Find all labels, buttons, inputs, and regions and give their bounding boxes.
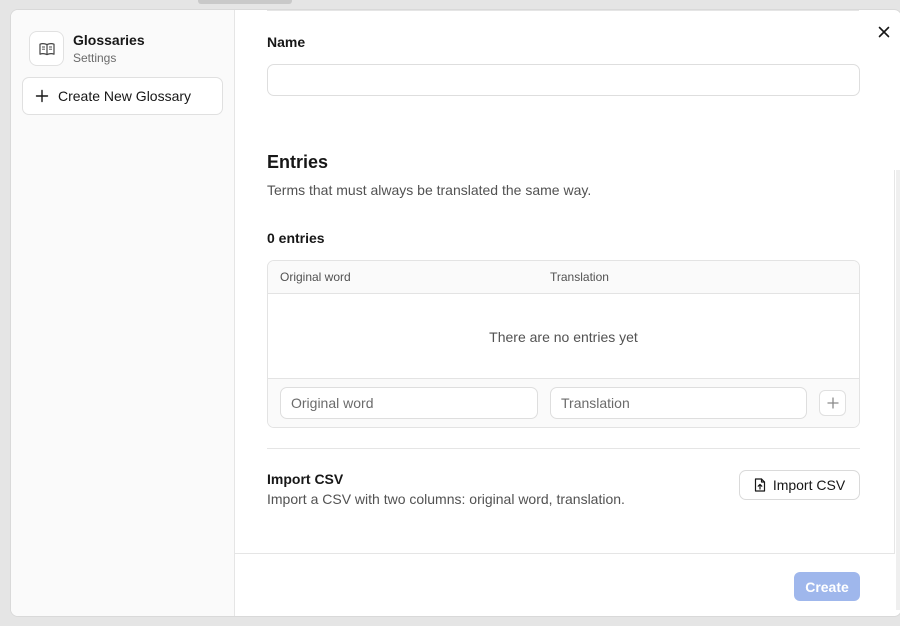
sidebar-header: Glossaries Settings [29, 31, 145, 66]
sidebar-subtitle: Settings [73, 50, 117, 65]
entries-table: Original word Translation There are no e… [267, 260, 860, 428]
empty-state: There are no entries yet [489, 328, 638, 345]
import-csv-description: Import a CSV with two columns: original … [267, 491, 625, 507]
plus-icon [35, 89, 49, 103]
main-panel: Name Entries Terms that must always be t… [235, 10, 900, 616]
section-divider [267, 448, 860, 449]
sidebar-title: Glossaries [73, 31, 145, 48]
name-label: Name [267, 34, 306, 50]
original-word-input[interactable] [280, 387, 538, 419]
entries-count: 0 entries [267, 230, 325, 246]
create-new-glossary-label: Create New Glossary [58, 88, 192, 104]
scrollbar[interactable] [894, 170, 900, 610]
new-entry-row [268, 378, 859, 427]
file-upload-icon [754, 478, 765, 492]
create-new-glossary-button[interactable]: Create New Glossary [22, 77, 223, 115]
table-header: Original word Translation [268, 261, 859, 294]
sidebar: Glossaries Settings Create New Glossary [11, 10, 235, 616]
translation-input[interactable] [550, 387, 807, 419]
book-open-icon [29, 31, 64, 66]
entries-heading: Entries [267, 152, 329, 172]
dialog-footer: Create [235, 553, 895, 616]
column-header-original: Original word [280, 270, 351, 284]
close-icon [878, 26, 890, 38]
create-button[interactable]: Create [794, 572, 860, 601]
scrollbar-thumb[interactable] [896, 170, 900, 610]
background-tab [198, 0, 292, 4]
column-header-translation: Translation [550, 270, 609, 284]
glossary-dialog: Glossaries Settings Create New Glossary … [10, 9, 900, 617]
add-entry-button[interactable] [819, 390, 846, 416]
top-divider [267, 10, 859, 11]
plus-icon [826, 397, 839, 409]
import-csv-button-label: Import CSV [772, 477, 846, 493]
entries-description: Terms that must always be translated the… [267, 182, 592, 198]
import-csv-heading: Import CSV [267, 471, 344, 487]
close-button[interactable] [876, 24, 892, 40]
import-csv-button[interactable]: Import CSV [739, 470, 860, 500]
name-input[interactable] [267, 64, 860, 96]
